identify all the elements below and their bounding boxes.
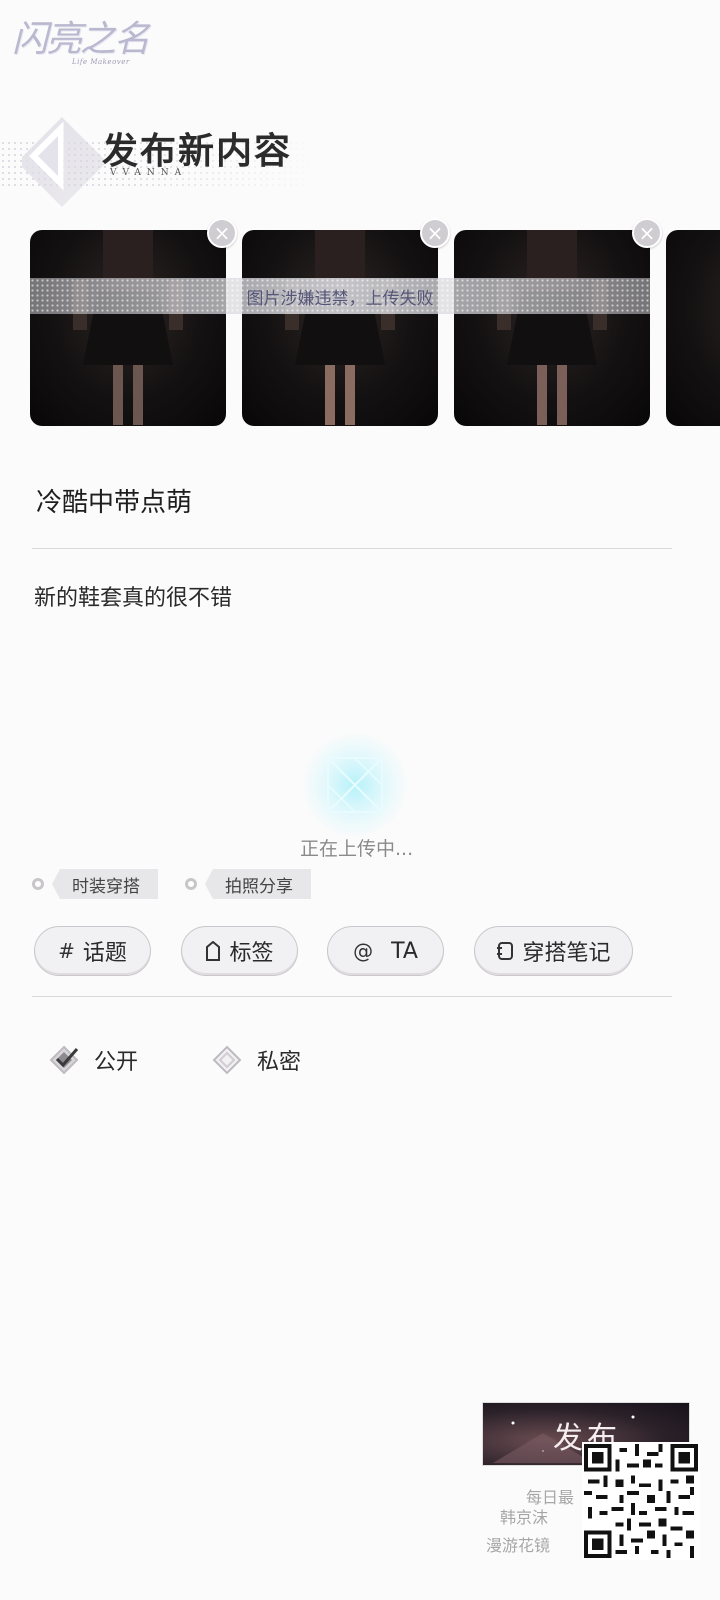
- outfit-notes-label: 穿搭笔记: [522, 941, 611, 966]
- chip-dot-icon: [185, 878, 197, 890]
- topic-label: 话题: [82, 941, 127, 966]
- tag-icon: [205, 941, 221, 961]
- selected-tag-chip[interactable]: 拍照分享: [185, 869, 311, 899]
- loading-crystal-icon: [327, 757, 383, 813]
- remove-image-button[interactable]: ×: [207, 218, 237, 248]
- outfit-figure: [73, 230, 183, 425]
- remove-image-button[interactable]: ×: [420, 218, 450, 248]
- notebook-icon: [496, 941, 514, 961]
- close-icon: ×: [213, 221, 231, 245]
- promo-text: 韩京沫: [500, 1508, 549, 1527]
- divider: [32, 996, 672, 997]
- mention-button[interactable]: @ TA: [327, 926, 444, 976]
- at-icon: @: [353, 939, 374, 963]
- upload-error-banner: 图片涉嫌违禁，上传失败: [30, 278, 650, 314]
- privacy-private-label: 私密: [257, 1050, 302, 1075]
- page-subtitle: VVANNA: [110, 168, 188, 178]
- diamond-icon: [211, 1044, 243, 1076]
- tag-label: 标签: [229, 941, 274, 966]
- image-strip[interactable]: × × × 图片涉嫌违禁，上传失败: [0, 218, 720, 430]
- outfit-photo[interactable]: [454, 230, 650, 426]
- mention-label: TA: [391, 938, 418, 964]
- hash-icon: #: [58, 939, 75, 963]
- post-body-field[interactable]: 新的鞋套真的很不错: [34, 580, 232, 612]
- outfit-photo[interactable]: [242, 230, 438, 426]
- chip-label: 拍照分享: [205, 869, 311, 899]
- promo-text: 漫游花镜: [486, 1536, 551, 1555]
- upload-error-text: 图片涉嫌违禁，上传失败: [246, 288, 434, 309]
- selected-tag-chip[interactable]: 时装穿搭: [32, 869, 158, 899]
- post-title-field[interactable]: 冷酷中带点萌: [36, 482, 192, 519]
- outfit-figure: [285, 230, 395, 425]
- divider: [32, 548, 672, 549]
- chip-label: 时装穿搭: [52, 869, 158, 899]
- logo-text: 闪亮之名: [12, 19, 150, 60]
- upload-status-text: 正在上传中...: [300, 838, 414, 860]
- page-header: 发布新内容 VVANNA: [0, 100, 340, 230]
- privacy-public-option[interactable]: 公开: [48, 1040, 138, 1080]
- page-title: 发布新内容: [102, 130, 293, 172]
- outfit-photo[interactable]: [30, 230, 226, 426]
- outfit-photo[interactable]: [666, 230, 720, 426]
- chip-dot-icon: [32, 878, 44, 890]
- close-icon: ×: [426, 221, 444, 245]
- topic-button[interactable]: # 话题: [34, 926, 151, 976]
- qr-code: [582, 1442, 700, 1560]
- back-arrow-icon: [22, 117, 107, 207]
- outfit-figure: [497, 230, 607, 425]
- outfit-notes-button[interactable]: 穿搭笔记: [474, 926, 633, 976]
- checked-diamond-icon: [48, 1044, 80, 1076]
- remove-image-button[interactable]: ×: [632, 218, 662, 248]
- back-button[interactable]: [22, 112, 112, 222]
- promo-watermark: 发布 每日最 韩京沫 漫游花镜: [482, 1402, 720, 1600]
- close-icon: ×: [638, 221, 656, 245]
- tag-button[interactable]: 标签: [181, 926, 298, 976]
- privacy-public-label: 公开: [94, 1050, 139, 1075]
- upload-indicator: 正在上传中...: [300, 730, 420, 860]
- game-logo: 闪亮之名 Life Makeover: [12, 10, 162, 80]
- logo-subtext: Life Makeover: [72, 58, 130, 66]
- privacy-private-option[interactable]: 私密: [211, 1040, 301, 1080]
